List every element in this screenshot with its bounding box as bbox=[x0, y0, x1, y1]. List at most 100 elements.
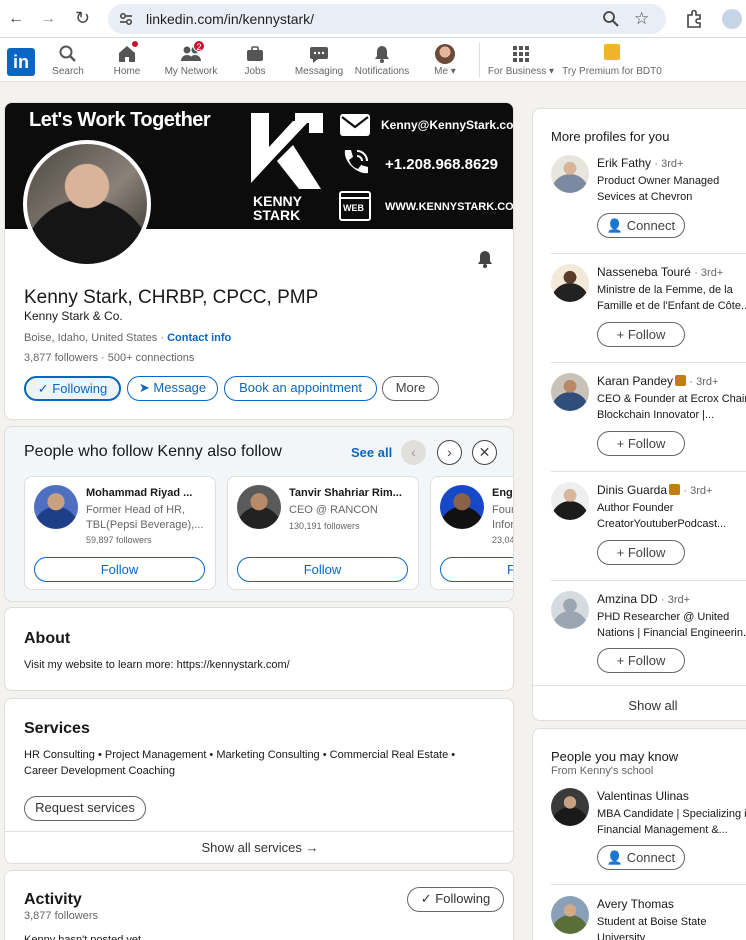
services-line1: HR Consulting • Project Management • Mar… bbox=[24, 749, 456, 761]
more-profiles-title: More profiles for you bbox=[551, 129, 670, 144]
follow-button[interactable]: Follow bbox=[237, 557, 408, 582]
divider bbox=[551, 884, 746, 885]
nav-messaging-label: Messaging bbox=[294, 66, 344, 77]
add-person-icon: 👤 bbox=[606, 218, 624, 233]
linkedin-premium-icon bbox=[669, 484, 681, 495]
nav-messaging[interactable]: Messaging bbox=[287, 44, 351, 77]
phone-icon bbox=[344, 150, 368, 174]
nav-notifications[interactable]: Notifications bbox=[350, 44, 414, 77]
nav-my-network[interactable]: 2 My Network bbox=[159, 40, 223, 77]
nav-premium-label: Try Premium for BDT0 bbox=[562, 66, 662, 77]
back-icon[interactable]: ← bbox=[8, 10, 24, 28]
site-settings-icon[interactable] bbox=[118, 11, 134, 27]
divider bbox=[533, 685, 746, 686]
divider bbox=[551, 362, 746, 363]
kenny-stark-logo-icon bbox=[251, 113, 323, 189]
follow-card-headline-2: Infor bbox=[492, 519, 514, 531]
about-title: About bbox=[24, 630, 71, 647]
connect-button[interactable]: 👤 Connect bbox=[597, 213, 685, 238]
connection-degree: · 3rd+ bbox=[683, 485, 713, 497]
nav-for-business[interactable]: For Business ▾ bbox=[487, 44, 555, 77]
follow-button[interactable]: + Follow bbox=[597, 431, 685, 456]
follow-button[interactable]: Follow bbox=[34, 557, 205, 582]
following-button[interactable]: ✓ Following bbox=[24, 376, 121, 401]
follow-button[interactable]: + Follow bbox=[597, 648, 685, 673]
suggestion-headline: Student at Boise State University bbox=[597, 914, 706, 940]
suggestion-name[interactable]: Amzina DD bbox=[597, 592, 658, 606]
plus-icon: + bbox=[616, 545, 625, 560]
nav-premium[interactable]: Try Premium for BDT0 bbox=[560, 44, 664, 77]
follow-card[interactable]: Engr Foun Infor 23,04 F bbox=[430, 476, 514, 590]
follow-card-headline: Foun bbox=[492, 504, 513, 516]
nav-jobs[interactable]: Jobs bbox=[223, 44, 287, 77]
follow-button-label: Follow bbox=[627, 327, 666, 342]
zoom-icon[interactable] bbox=[602, 10, 620, 28]
profile-name: Kenny Stark, CHRBP, CPCC, PMP bbox=[24, 287, 319, 308]
follow-card[interactable]: Tanvir Shahriar Rim... CEO @ RANCON 130,… bbox=[227, 476, 419, 590]
suggestion-name[interactable]: Nasseneba Touré bbox=[597, 265, 691, 279]
connection-degree: · 3rd+ bbox=[694, 267, 724, 279]
also-follow-title: People who follow Kenny also follow bbox=[24, 443, 282, 460]
bookmark-star-icon[interactable]: ☆ bbox=[634, 9, 649, 29]
follow-card[interactable]: Mohammad Riyad ... Former Head of HR, TB… bbox=[24, 476, 216, 590]
suggestion-name[interactable]: Dinis Guarda bbox=[597, 483, 667, 497]
nav-home[interactable]: Home bbox=[95, 40, 159, 77]
suggestion-headline: Author Founder CreatorYoutuberPodcast... bbox=[597, 500, 726, 532]
nav-me[interactable]: Me ▾ bbox=[413, 44, 477, 77]
linkedin-logo[interactable]: in bbox=[7, 48, 35, 76]
suggestion-name[interactable]: Erik Fathy bbox=[597, 156, 651, 170]
suggestion-name[interactable]: Karan Pandey bbox=[597, 374, 673, 388]
connect-button-label: Connect bbox=[626, 218, 676, 233]
extensions-icon[interactable] bbox=[684, 9, 704, 29]
contact-info-link[interactable]: Contact info bbox=[167, 332, 231, 344]
bell-icon[interactable] bbox=[475, 249, 495, 269]
home-notification-dot bbox=[131, 40, 139, 48]
nav-search[interactable]: Search bbox=[36, 44, 100, 77]
suggestion-headline: Product Owner Managed Sevices at Chevron bbox=[597, 173, 719, 205]
show-all-profiles-link[interactable]: Show all bbox=[533, 698, 746, 713]
follow-card-name: Tanvir Shahriar Rim... bbox=[289, 487, 402, 499]
follow-card-headline: CEO @ RANCON bbox=[289, 504, 378, 516]
address-bar[interactable]: linkedin.com/in/kennystark/ ☆ bbox=[108, 4, 666, 34]
plus-icon: + bbox=[616, 653, 625, 668]
follow-button[interactable]: F bbox=[440, 557, 513, 582]
book-appointment-button[interactable]: Book an appointment bbox=[224, 376, 377, 401]
dismiss-button[interactable]: ✕ bbox=[472, 440, 497, 465]
follow-card-followers: 59,897 followers bbox=[86, 535, 152, 545]
connect-button[interactable]: 👤 Connect bbox=[597, 845, 685, 870]
about-text: Visit my website to learn more: https://… bbox=[24, 659, 290, 671]
see-all-link[interactable]: See all bbox=[351, 445, 392, 460]
message-button[interactable]: ➤ Message bbox=[127, 376, 218, 401]
linkedin-nav: in Search Home 2 My Network Jobs Messagi… bbox=[0, 38, 746, 82]
more-button[interactable]: More bbox=[382, 376, 439, 401]
profile-card: Let's Work Together KENNY STARK Kenny@Ke… bbox=[4, 102, 514, 420]
profile-photo[interactable] bbox=[23, 140, 151, 268]
carousel-prev-button[interactable]: ‹ bbox=[401, 440, 426, 465]
profile-company: Kenny Stark & Co. bbox=[24, 309, 123, 323]
follow-button[interactable]: + Follow bbox=[597, 540, 685, 565]
browser-profile-avatar[interactable] bbox=[722, 9, 742, 29]
chevron-left-icon: ‹ bbox=[411, 444, 416, 460]
close-icon: ✕ bbox=[478, 444, 491, 460]
forward-icon[interactable]: → bbox=[40, 10, 56, 28]
activity-empty-text: Kenny hasn't posted yet bbox=[24, 934, 142, 940]
follow-button[interactable]: + Follow bbox=[597, 322, 685, 347]
banner-phone: +1.208.968.8629 bbox=[385, 156, 499, 173]
nav-me-label: Me ▾ bbox=[434, 66, 456, 77]
request-services-button[interactable]: Request services bbox=[24, 796, 146, 821]
avatar bbox=[440, 485, 484, 529]
avatar bbox=[34, 485, 78, 529]
nav-divider bbox=[479, 42, 480, 78]
carousel-next-button[interactable]: › bbox=[437, 440, 462, 465]
activity-following-button[interactable]: ✓ Following bbox=[407, 887, 504, 912]
also-follow-card: People who follow Kenny also follow See … bbox=[4, 426, 514, 602]
show-all-services-link[interactable]: Show all services → bbox=[5, 840, 513, 855]
suggestion-name[interactable]: Valentinas Ulinas bbox=[597, 789, 689, 803]
avatar bbox=[551, 264, 589, 302]
avatar bbox=[551, 591, 589, 629]
reload-icon[interactable]: ↻ bbox=[75, 8, 90, 29]
suggestion-name[interactable]: Avery Thomas bbox=[597, 897, 674, 911]
services-line2: Career Development Coaching bbox=[24, 765, 176, 777]
pymk-title: People you may know bbox=[551, 749, 679, 764]
headline-line1: Ministre de la Femme, de la bbox=[597, 284, 733, 296]
